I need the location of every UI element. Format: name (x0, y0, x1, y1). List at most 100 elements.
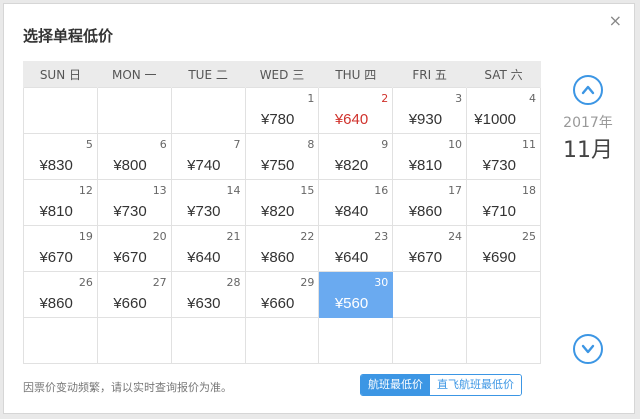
fare-price: ¥710 (482, 203, 516, 220)
calendar-week-row: 5 ¥830 6 ¥800 7 ¥740 8 ¥750 9 ¥820 10 ¥810 11 ¥730 (23, 133, 541, 180)
calendar-day-cell[interactable]: 30 ¥560 (318, 271, 394, 318)
calendar-day-cell[interactable]: 26 ¥860 (23, 271, 98, 318)
calendar-day-cell[interactable]: 6 ¥800 (96, 133, 172, 180)
toggle-lowest-fare[interactable]: 航班最低价 (361, 375, 430, 395)
calendar-day-cell[interactable]: 16 ¥840 (318, 179, 394, 226)
price-disclaimer: 因票价变动频繁，请以实时查询报价为准。 (23, 381, 232, 394)
calendar-empty-cell (23, 317, 98, 364)
day-number: 12 (78, 184, 93, 197)
calendar-empty-cell (170, 317, 246, 364)
fare-price: ¥860 (39, 295, 73, 312)
calendar-day-cell[interactable]: 24 ¥670 (392, 225, 468, 272)
day-number: 23 (374, 230, 389, 243)
calendar-day-cell[interactable]: 28 ¥630 (170, 271, 246, 318)
calendar-empty-cell (392, 271, 468, 318)
low-fare-calendar-dialog: 选择单程低价 × SUN 日 MON 一 TUE 二 WED 三 THU 四 F… (3, 3, 635, 414)
calendar-empty-cell (392, 317, 468, 364)
calendar-day-cell[interactable]: 21 ¥640 (170, 225, 246, 272)
calendar-day-cell[interactable]: 10 ¥810 (392, 133, 468, 180)
calendar-day-cell[interactable]: 8 ¥750 (244, 133, 320, 180)
calendar-day-cell[interactable]: 20 ¥670 (96, 225, 172, 272)
calendar-day-cell[interactable]: 4 ¥1000 (466, 87, 541, 134)
fare-type-toggle: 航班最低价 直飞航班最低价 (360, 374, 522, 396)
calendar-day-cell[interactable]: 29 ¥660 (244, 271, 320, 318)
day-number: 3 (455, 92, 463, 105)
fare-price: ¥930 (408, 111, 443, 128)
day-number: 15 (300, 184, 315, 197)
chevron-down-icon (581, 344, 595, 354)
fare-price: ¥560 (334, 295, 369, 312)
day-number: 26 (78, 276, 93, 289)
calendar-day-cell[interactable]: 18 ¥710 (466, 179, 541, 226)
calendar-week-row: 12 ¥810 13 ¥730 14 ¥730 15 ¥820 16 ¥840 17 ¥860 18 ¥7… (23, 179, 541, 226)
calendar-empty-cell (318, 317, 394, 364)
calendar-empty-cell (96, 317, 172, 364)
fare-price: ¥820 (334, 157, 369, 174)
calendar-day-cell[interactable]: 25 ¥690 (466, 225, 541, 272)
weekday-header-row: SUN 日 MON 一 TUE 二 WED 三 THU 四 FRI 五 SAT … (23, 61, 541, 88)
day-number: 10 (448, 138, 463, 151)
fare-price: ¥810 (39, 203, 73, 220)
day-number: 11 (522, 138, 536, 151)
day-number: 19 (78, 230, 93, 243)
day-number: 8 (307, 138, 315, 151)
calendar-empty-cell (466, 271, 541, 318)
fare-price: ¥750 (261, 157, 295, 174)
fare-price: ¥730 (113, 203, 147, 220)
day-number: 6 (159, 138, 167, 151)
calendar-day-cell[interactable]: 9 ¥820 (318, 133, 394, 180)
day-number: 24 (448, 230, 463, 243)
chevron-up-circle-icon[interactable] (573, 75, 603, 105)
fare-price: ¥630 (187, 295, 221, 312)
calendar-day-cell[interactable]: 14 ¥730 (170, 179, 246, 226)
calendar-day-cell[interactable]: 11 ¥730 (466, 133, 541, 180)
calendar-day-cell[interactable]: 1 ¥780 (244, 87, 320, 134)
day-number: 13 (152, 184, 167, 197)
weekday-thu: THU 四 (318, 61, 394, 88)
calendar-day-cell[interactable]: 17 ¥860 (392, 179, 468, 226)
close-icon[interactable]: × (609, 13, 622, 29)
day-number: 30 (374, 276, 389, 289)
day-number: 16 (374, 184, 389, 197)
calendar-week-row (23, 317, 541, 364)
calendar-day-cell[interactable]: 22 ¥860 (244, 225, 320, 272)
fare-price: ¥730 (187, 203, 221, 220)
calendar-day-cell[interactable]: 15 ¥820 (244, 179, 320, 226)
fare-price: ¥1000 (474, 111, 516, 128)
fare-price: ¥820 (261, 203, 295, 220)
weekday-mon: MON 一 (96, 61, 172, 88)
calendar-day-cell[interactable]: 3 ¥930 (392, 87, 468, 134)
calendar-week-row: 26 ¥860 27 ¥660 28 ¥630 29 ¥660 30 ¥560 (23, 271, 541, 318)
day-number: 1 (307, 92, 315, 105)
calendar-week-row: 1 ¥780 2 ¥640 3 ¥930 4 ¥1000 (23, 87, 541, 134)
calendar-day-cell[interactable]: 2 ¥640 (318, 87, 394, 134)
day-number: 29 (300, 276, 315, 289)
calendar-day-cell[interactable]: 5 ¥830 (23, 133, 98, 180)
day-number: 5 (85, 138, 93, 151)
fare-price: ¥670 (408, 249, 443, 266)
fare-price: ¥660 (261, 295, 295, 312)
calendar-day-cell[interactable]: 23 ¥640 (318, 225, 394, 272)
day-number: 9 (381, 138, 389, 151)
chevron-down-circle-icon[interactable] (573, 334, 603, 364)
calendar-day-cell[interactable]: 19 ¥670 (23, 225, 98, 272)
fare-calendar: SUN 日 MON 一 TUE 二 WED 三 THU 四 FRI 五 SAT … (23, 61, 541, 364)
day-number: 22 (300, 230, 315, 243)
fare-price: ¥670 (113, 249, 147, 266)
weekday-sun: SUN 日 (23, 61, 98, 88)
calendar-day-cell[interactable]: 12 ¥810 (23, 179, 98, 226)
toggle-nonstop-lowest-fare[interactable]: 直飞航班最低价 (430, 375, 521, 395)
day-number: 2 (381, 92, 389, 105)
day-number: 28 (226, 276, 241, 289)
day-number: 14 (226, 184, 241, 197)
day-number: 18 (522, 184, 536, 197)
calendar-week-row: 19 ¥670 20 ¥670 21 ¥640 22 ¥860 23 ¥640 24 ¥670 25 ¥6… (23, 225, 541, 272)
fare-price: ¥660 (113, 295, 147, 312)
calendar-day-cell[interactable]: 27 ¥660 (96, 271, 172, 318)
month-label: 11月 (563, 138, 613, 163)
calendar-day-cell[interactable]: 13 ¥730 (96, 179, 172, 226)
calendar-empty-cell (23, 87, 98, 134)
calendar-body: 1 ¥780 2 ¥640 3 ¥930 4 ¥1000 5 ¥830 6 ¥800 7 ¥740 8 ¥75… (23, 87, 541, 364)
calendar-empty-cell (466, 317, 541, 364)
calendar-day-cell[interactable]: 7 ¥740 (170, 133, 246, 180)
